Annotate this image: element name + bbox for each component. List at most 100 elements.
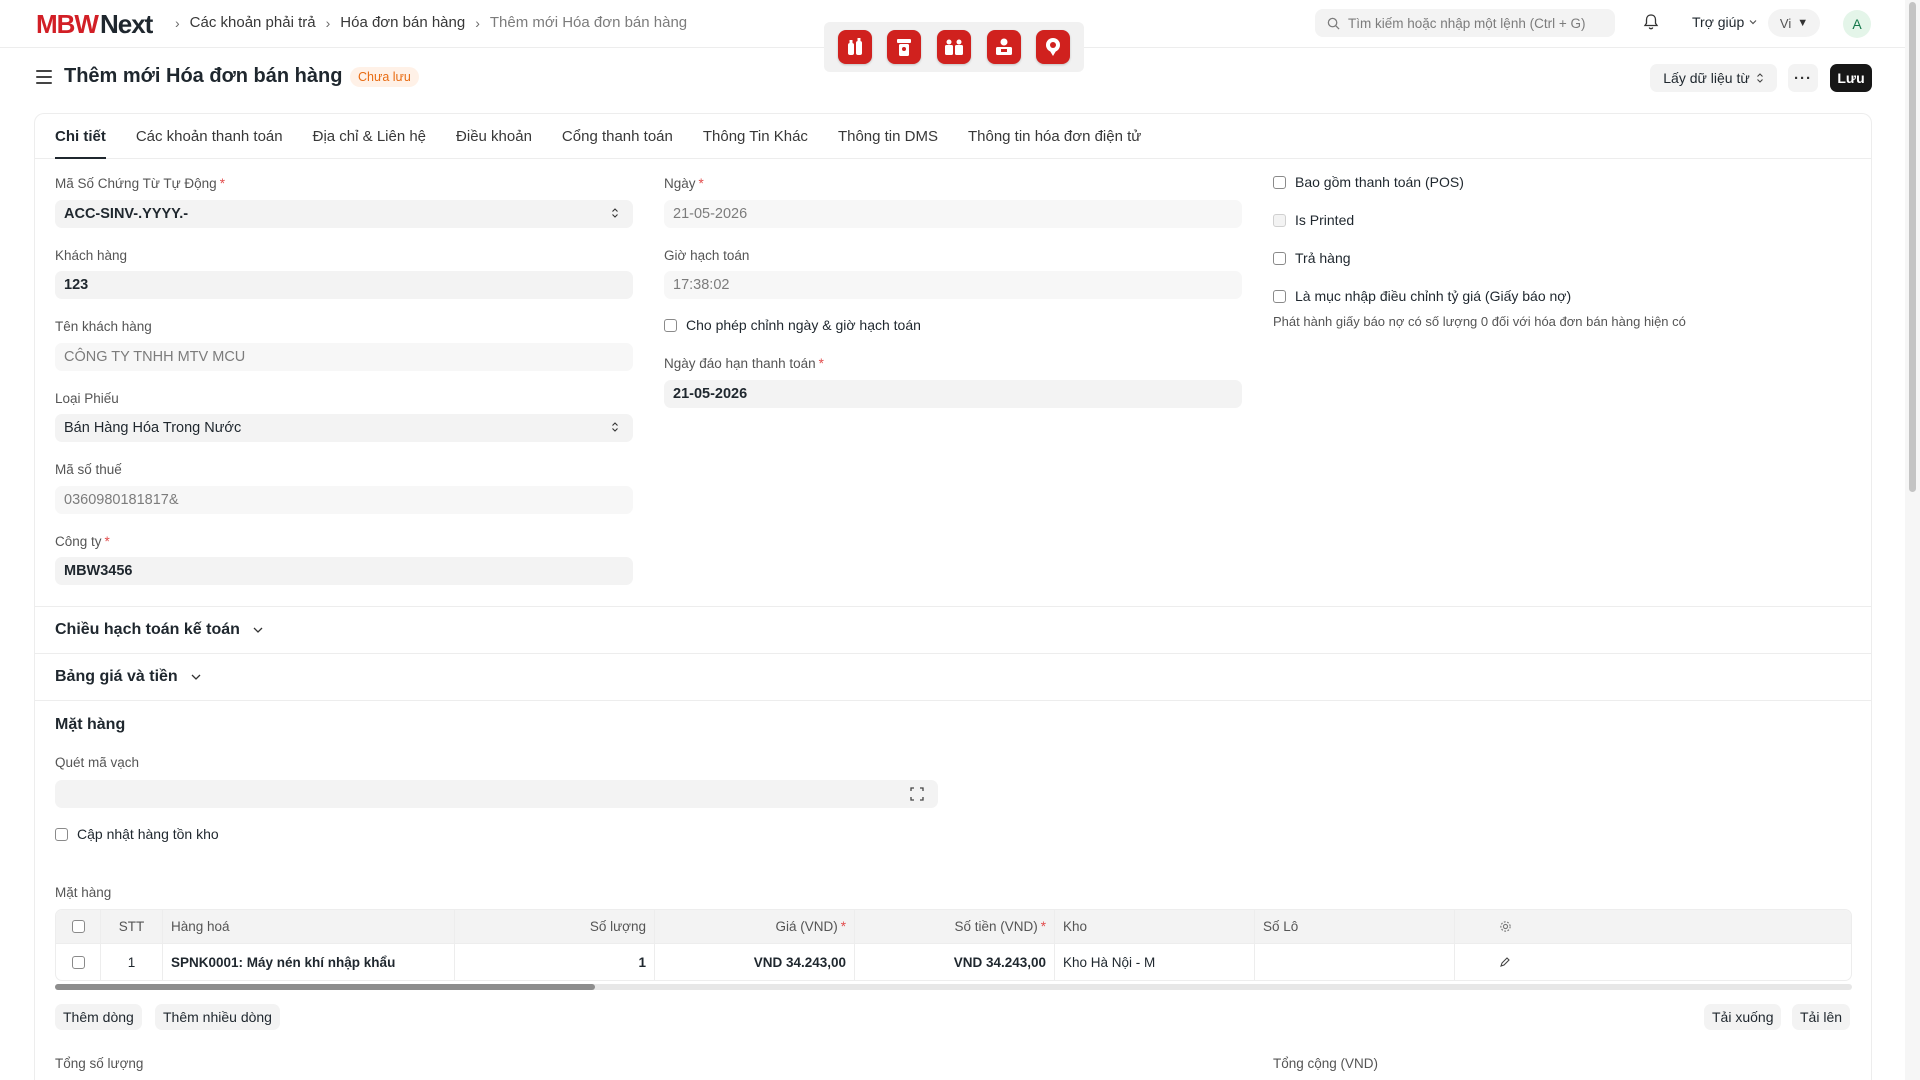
chevron-down-icon bbox=[1749, 20, 1757, 25]
is-debit-note-checkbox[interactable]: Là mục nhập điều chỉnh tỷ giá (Giấy báo … bbox=[1273, 288, 1571, 304]
due-date-field[interactable]: 21-05-2026 bbox=[664, 380, 1242, 408]
download-button[interactable]: Tải xuống bbox=[1704, 1004, 1782, 1030]
tab-details[interactable]: Chi tiết bbox=[55, 114, 106, 159]
page-title: Thêm mới Hóa đơn bán hàng bbox=[64, 65, 343, 87]
row-edit-cell[interactable] bbox=[1455, 944, 1555, 980]
is-return-checkbox[interactable]: Trả hàng bbox=[1273, 250, 1351, 266]
language-selector[interactable]: Vi ▼ bbox=[1768, 9, 1820, 37]
logo-brand: MBW bbox=[36, 8, 99, 39]
divider bbox=[35, 700, 1871, 701]
checkbox[interactable] bbox=[55, 827, 68, 841]
posting-time-field: 17:38:02 bbox=[664, 271, 1242, 299]
company-field[interactable]: MBW3456 bbox=[55, 557, 633, 585]
posting-date-label: Ngày * bbox=[664, 176, 704, 191]
tab-other-info[interactable]: Thông Tin Khác bbox=[703, 114, 808, 158]
checkbox[interactable] bbox=[1273, 175, 1286, 189]
help-dropdown[interactable]: Trợ giúp bbox=[1692, 14, 1758, 30]
update-stock-checkbox[interactable]: Cập nhật hàng tồn kho bbox=[55, 826, 219, 842]
row-batch[interactable] bbox=[1255, 944, 1455, 980]
scrollbar-thumb[interactable] bbox=[1909, 2, 1916, 492]
company-label: Công ty * bbox=[55, 534, 110, 549]
status-badge: Chưa lưu bbox=[350, 67, 419, 87]
tab-terms[interactable]: Điều khoản bbox=[456, 114, 532, 158]
breadcrumb: › Các khoản phải trả › Hóa đơn bán hàng … bbox=[165, 14, 687, 31]
bottles-app-icon[interactable] bbox=[837, 30, 872, 64]
checkbox[interactable] bbox=[1273, 251, 1286, 265]
form-card: Chi tiết Các khoản thanh toán Địa chỉ & … bbox=[34, 113, 1872, 1080]
is-printed-checkbox: Is Printed bbox=[1273, 212, 1354, 228]
customer-field[interactable]: 123 bbox=[55, 271, 633, 299]
voucher-type-select[interactable]: Bán Hàng Hóa Trong Nước bbox=[55, 414, 633, 442]
select-all-cell[interactable] bbox=[56, 910, 101, 943]
edit-pencil-icon[interactable] bbox=[1499, 956, 1511, 968]
scrollbar-thumb[interactable] bbox=[55, 984, 595, 990]
section-price-list-title: Bảng giá và tiền bbox=[55, 668, 178, 685]
debit-note-help-text: Phát hành giấy báo nợ có số lượng 0 đối … bbox=[1273, 314, 1686, 329]
checkbox[interactable] bbox=[664, 318, 677, 332]
fetch-data-button[interactable]: Lấy dữ liệu từ bbox=[1650, 64, 1777, 92]
location-app-icon[interactable] bbox=[1036, 30, 1071, 64]
tab-dms-info[interactable]: Thông tin DMS bbox=[838, 114, 938, 158]
upload-button[interactable]: Tải lên bbox=[1792, 1004, 1851, 1030]
breadcrumb-sales-invoice[interactable]: Hóa đơn bán hàng bbox=[340, 14, 465, 31]
row-warehouse[interactable]: Kho Hà Nội - M bbox=[1055, 944, 1255, 980]
is-pos-label: Bao gồm thanh toán (POS) bbox=[1295, 174, 1464, 190]
section-accounting-dimensions[interactable]: Chiều hạch toán kế toán bbox=[55, 621, 264, 639]
column-header-item: Hàng hoá bbox=[163, 910, 455, 943]
vertical-scrollbar[interactable] bbox=[1905, 0, 1920, 1080]
customer-label: Khách hàng bbox=[55, 248, 128, 263]
search-input[interactable]: Tìm kiếm hoặc nhập một lệnh (Ctrl + G) bbox=[1315, 9, 1615, 37]
chevron-right-icon: › bbox=[175, 14, 180, 31]
chevron-right-icon: › bbox=[325, 14, 331, 31]
edit-posting-checkbox[interactable]: Cho phép chỉnh ngày & giờ hạch toán bbox=[664, 317, 921, 333]
column-header-batch: Số Lô bbox=[1255, 910, 1455, 943]
is-return-label: Trả hàng bbox=[1295, 250, 1351, 266]
row-item[interactable]: SPNK0001: Máy nén khí nhập khẩu bbox=[163, 944, 455, 980]
checkbox[interactable] bbox=[1273, 289, 1286, 303]
row-select-cell[interactable] bbox=[56, 944, 101, 980]
settings-gear-icon[interactable] bbox=[1499, 920, 1512, 933]
row-idx: 1 bbox=[101, 944, 163, 980]
tab-address-contact[interactable]: Địa chỉ & Liên hệ bbox=[313, 114, 426, 158]
section-accounting-dimensions-title: Chiều hạch toán kế toán bbox=[55, 621, 240, 638]
tab-einvoice-info[interactable]: Thông tin hóa đơn điện tử bbox=[968, 114, 1141, 158]
customer-name-label: Tên khách hàng bbox=[55, 319, 152, 334]
column-header-qty: Số lượng bbox=[455, 910, 655, 943]
is-pos-checkbox[interactable]: Bao gồm thanh toán (POS) bbox=[1273, 174, 1464, 190]
checkbox[interactable] bbox=[71, 955, 85, 969]
notification-bell-icon[interactable] bbox=[1643, 13, 1659, 35]
section-price-list[interactable]: Bảng giá và tiền bbox=[55, 668, 202, 686]
chevron-down-icon bbox=[253, 627, 263, 633]
sort-icon bbox=[1756, 73, 1763, 83]
naming-series-select[interactable]: ACC-SINV-.YYYY.- bbox=[55, 200, 633, 228]
more-actions-button[interactable]: ··· bbox=[1788, 64, 1818, 92]
add-row-button[interactable]: Thêm dòng bbox=[55, 1004, 142, 1030]
row-qty[interactable]: 1 bbox=[455, 944, 655, 980]
horizontal-scrollbar[interactable] bbox=[55, 984, 1852, 990]
breadcrumb-accounts-payable[interactable]: Các khoản phải trả bbox=[190, 14, 316, 31]
form-tabs: Chi tiết Các khoản thanh toán Địa chỉ & … bbox=[35, 114, 1871, 159]
shop-app-icon[interactable] bbox=[986, 30, 1021, 64]
is-printed-label: Is Printed bbox=[1295, 212, 1355, 228]
due-date-label: Ngày đáo hạn thanh toán * bbox=[664, 356, 824, 371]
checkbox bbox=[1273, 213, 1286, 227]
row-rate[interactable]: VND 34.243,00 bbox=[655, 944, 855, 980]
checkbox[interactable] bbox=[71, 920, 85, 933]
tab-payment-gateway[interactable]: Cổng thanh toán bbox=[562, 114, 673, 158]
add-multiple-rows-button[interactable]: Thêm nhiều dòng bbox=[155, 1004, 280, 1030]
scan-icon[interactable] bbox=[910, 787, 924, 801]
column-header-amount: Số tiền (VND) * bbox=[855, 910, 1055, 943]
barcode-input[interactable] bbox=[55, 780, 938, 808]
boxes-app-icon[interactable] bbox=[936, 30, 971, 64]
posting-time-label: Giờ hạch toán bbox=[664, 248, 750, 263]
avatar[interactable]: A bbox=[1843, 10, 1871, 38]
table-row[interactable]: 1 SPNK0001: Máy nén khí nhập khẩu 1 VND … bbox=[56, 944, 1851, 980]
column-settings-cell[interactable] bbox=[1455, 910, 1555, 943]
drinks-app-icon[interactable] bbox=[887, 30, 922, 64]
tab-payments[interactable]: Các khoản thanh toán bbox=[136, 114, 283, 158]
app-logo[interactable]: MBW Next bbox=[36, 8, 153, 39]
sidebar-toggle-icon[interactable] bbox=[36, 70, 52, 88]
column-header-idx: STT bbox=[101, 910, 163, 943]
naming-series-label: Mã Số Chứng Từ Tự Động * bbox=[55, 176, 225, 191]
save-button[interactable]: Lưu bbox=[1830, 64, 1872, 92]
